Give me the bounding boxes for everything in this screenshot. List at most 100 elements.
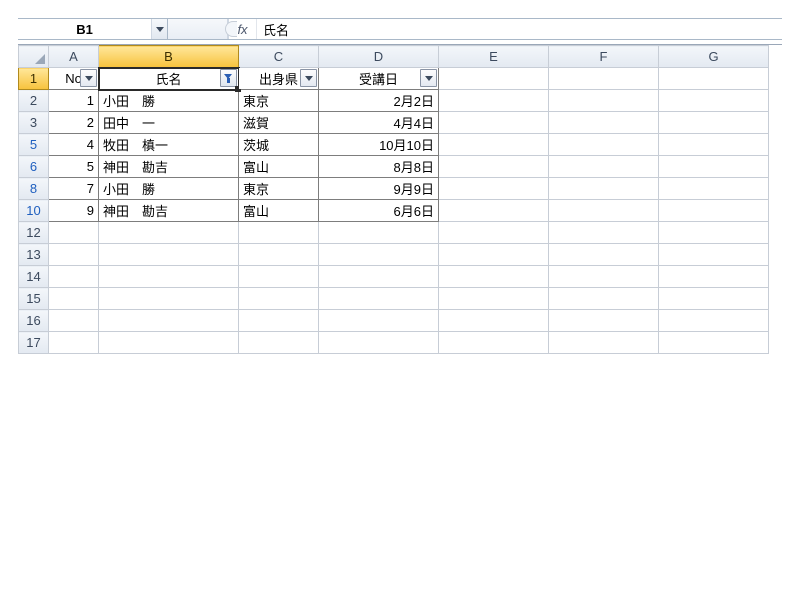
worksheet-grid[interactable]: A B C D E F G 1 No 氏名 出身県 [18,44,782,354]
cell[interactable]: 4 [49,134,99,156]
cell[interactable] [439,332,549,354]
col-header-B[interactable]: B [99,46,239,68]
name-box[interactable]: B1 [18,19,168,39]
cell[interactable] [659,200,769,222]
cell[interactable]: 7 [49,178,99,200]
cell[interactable] [659,310,769,332]
formula-expand-icon[interactable] [225,21,237,37]
cell[interactable] [99,332,239,354]
cell[interactable] [659,68,769,90]
cell[interactable]: 6月6日 [319,200,439,222]
row-header[interactable]: 10 [19,200,49,222]
cell[interactable] [439,310,549,332]
cell[interactable]: 神田 勘吉 [99,200,239,222]
autofilter-button-date[interactable] [420,69,437,87]
row-header[interactable]: 2 [19,90,49,112]
cell[interactable] [99,310,239,332]
cell[interactable] [549,222,659,244]
cell-A1[interactable]: No [49,68,99,90]
col-header-A[interactable]: A [49,46,99,68]
autofilter-button-name[interactable] [220,69,237,87]
cell[interactable] [659,244,769,266]
cell[interactable] [49,222,99,244]
cell[interactable] [439,90,549,112]
cell[interactable]: 滋賀 [239,112,319,134]
cell[interactable] [49,266,99,288]
cell[interactable] [549,112,659,134]
cell[interactable]: 2月2日 [319,90,439,112]
autofilter-button-no[interactable] [80,69,97,87]
cell[interactable] [239,310,319,332]
cell[interactable] [549,310,659,332]
cell[interactable] [549,244,659,266]
cell[interactable] [659,134,769,156]
cell[interactable] [49,244,99,266]
cell[interactable] [659,178,769,200]
cell[interactable] [659,266,769,288]
cell[interactable] [319,288,439,310]
cell[interactable] [549,266,659,288]
cell[interactable] [549,68,659,90]
row-header[interactable]: 6 [19,156,49,178]
cell[interactable] [319,222,439,244]
cell[interactable] [549,134,659,156]
row-header[interactable]: 1 [19,68,49,90]
cell[interactable] [659,288,769,310]
cell[interactable]: 5 [49,156,99,178]
cell[interactable] [239,332,319,354]
cell-B1[interactable]: 氏名 [99,68,239,90]
cell[interactable] [319,266,439,288]
cell[interactable] [439,68,549,90]
row-header[interactable]: 17 [19,332,49,354]
cell[interactable] [319,310,439,332]
row-header[interactable]: 13 [19,244,49,266]
cell[interactable]: 東京 [239,90,319,112]
cell[interactable] [439,134,549,156]
row-header[interactable]: 5 [19,134,49,156]
cell[interactable] [549,332,659,354]
row-header[interactable]: 15 [19,288,49,310]
row-header[interactable]: 16 [19,310,49,332]
row-header[interactable]: 12 [19,222,49,244]
cell[interactable]: 牧田 槙一 [99,134,239,156]
col-header-E[interactable]: E [439,46,549,68]
cell[interactable]: 8月8日 [319,156,439,178]
cell[interactable] [99,244,239,266]
cell[interactable]: 茨城 [239,134,319,156]
cell-D1[interactable]: 受講日 [319,68,439,90]
cell[interactable]: 4月4日 [319,112,439,134]
cell[interactable]: 東京 [239,178,319,200]
formula-bar[interactable]: fx 氏名 [228,19,782,39]
cell[interactable] [659,222,769,244]
row-header[interactable]: 14 [19,266,49,288]
col-header-D[interactable]: D [319,46,439,68]
formula-bar-value[interactable]: 氏名 [257,20,782,39]
cell[interactable] [439,200,549,222]
cell[interactable] [239,244,319,266]
cell[interactable] [549,178,659,200]
cell[interactable] [549,156,659,178]
cell[interactable] [439,222,549,244]
cell[interactable] [99,266,239,288]
col-header-F[interactable]: F [549,46,659,68]
cell[interactable] [439,112,549,134]
cell[interactable]: 9月9日 [319,178,439,200]
name-box-dropdown[interactable] [151,19,167,39]
cell[interactable] [549,90,659,112]
autofilter-button-pref[interactable] [300,69,317,87]
cell[interactable] [659,112,769,134]
cell[interactable] [439,178,549,200]
cell[interactable]: 10月10日 [319,134,439,156]
cell[interactable] [549,200,659,222]
cell[interactable] [49,288,99,310]
cell[interactable] [239,222,319,244]
cell[interactable]: 9 [49,200,99,222]
cell[interactable] [319,244,439,266]
cell-C1[interactable]: 出身県 [239,68,319,90]
cell[interactable]: 2 [49,112,99,134]
cell[interactable]: 田中 一 [99,112,239,134]
cell[interactable] [49,310,99,332]
cell[interactable] [549,288,659,310]
col-header-G[interactable]: G [659,46,769,68]
cell[interactable]: 小田 勝 [99,90,239,112]
